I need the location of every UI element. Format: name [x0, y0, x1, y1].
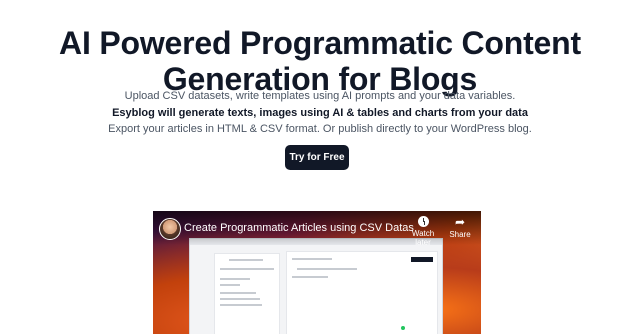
- share-button[interactable]: ➦ Share: [445, 216, 475, 239]
- description-line2: Esyblog will generate texts, images usin…: [112, 106, 528, 119]
- video-title[interactable]: Create Programmatic Articles using CSV D…: [184, 222, 414, 234]
- description-line1: Upload CSV datasets, write templates usi…: [124, 90, 516, 102]
- try-for-free-button[interactable]: Try for Free: [285, 145, 349, 170]
- video-thumbnail-app-preview: [189, 238, 443, 334]
- video-player[interactable]: Create Programmatic Articles using CSV D…: [153, 211, 481, 334]
- hero-title-line1: AI Powered Programmatic Content: [59, 25, 581, 62]
- share-label: Share: [449, 230, 471, 239]
- hero-description: Upload CSV datasets, write templates usi…: [0, 88, 640, 138]
- watch-later-button[interactable]: Watch later: [405, 216, 441, 247]
- channel-avatar[interactable]: [159, 218, 181, 240]
- description-line3: Export your articles in HTML & CSV forma…: [108, 123, 532, 135]
- hero-title: AI Powered Programmatic Content Generati…: [0, 25, 640, 97]
- watch-later-label: Watch later: [411, 229, 435, 247]
- clock-icon: [417, 216, 429, 227]
- preview-left-panel: [214, 253, 280, 334]
- share-arrow-icon: ➦: [454, 215, 466, 229]
- preview-editor-panel: [286, 251, 438, 334]
